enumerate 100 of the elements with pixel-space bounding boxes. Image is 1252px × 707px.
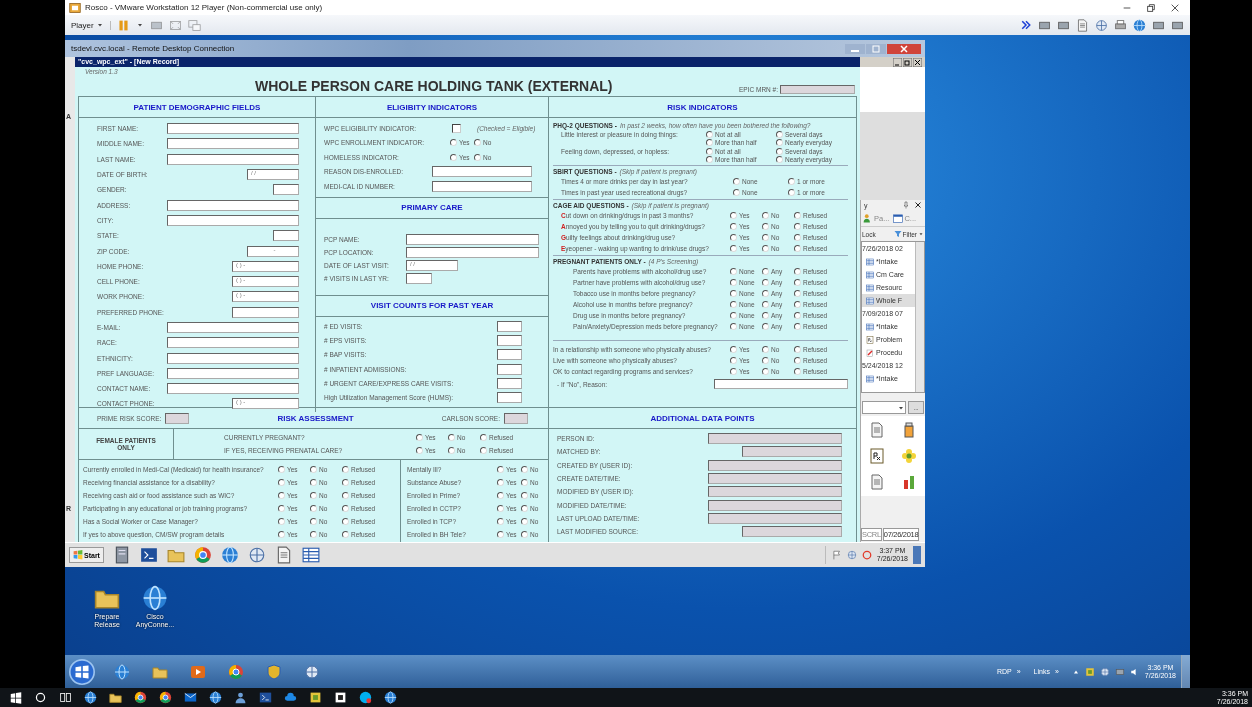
double-chevron-icon[interactable] <box>1020 19 1032 31</box>
task-view-icon[interactable] <box>59 691 72 704</box>
text-field[interactable] <box>708 473 842 485</box>
form-title: WHOLE PERSON CARE HOLDING TANK (EXTERNAL) <box>255 78 613 94</box>
search-icon[interactable] <box>34 691 47 704</box>
text-field[interactable] <box>497 392 522 404</box>
globe-icon[interactable] <box>209 691 222 704</box>
browser-icon[interactable] <box>134 691 147 704</box>
text-field[interactable] <box>432 166 532 178</box>
text-field[interactable] <box>708 499 842 511</box>
scrollbar[interactable] <box>915 242 924 392</box>
terminal-icon[interactable] <box>259 691 272 704</box>
note-icon[interactable] <box>869 448 885 464</box>
text-field[interactable] <box>167 367 299 379</box>
close-icon[interactable] <box>1170 2 1180 13</box>
table-icon <box>866 322 874 331</box>
document-icon[interactable] <box>869 474 885 490</box>
media-player-icon[interactable] <box>190 663 206 680</box>
text-field[interactable] <box>497 349 522 361</box>
browser-icon[interactable] <box>159 691 172 704</box>
section-heading: VISIT COUNTS FOR PAST YEAR <box>370 301 494 310</box>
text-field[interactable] <box>497 335 522 347</box>
section-heading: RISK ASSESSMENT <box>277 413 354 423</box>
text-field[interactable] <box>742 446 842 458</box>
person-icon[interactable] <box>234 691 247 704</box>
text-field[interactable] <box>742 526 842 538</box>
section-heading: PATIENT DEMOGRAPHIC FIELDS <box>133 102 261 112</box>
globe-icon[interactable] <box>84 691 97 704</box>
text-field[interactable] <box>497 363 522 375</box>
text-field[interactable] <box>167 199 299 211</box>
pin-icon[interactable] <box>902 201 910 209</box>
text-field[interactable] <box>167 214 299 226</box>
text-field[interactable] <box>406 272 432 284</box>
caret-icon[interactable] <box>135 21 144 29</box>
calendar-icon <box>893 213 904 223</box>
text-field[interactable] <box>708 486 842 498</box>
flag-icon[interactable] <box>831 550 842 560</box>
app-icon[interactable] <box>309 691 322 704</box>
dropdown[interactable] <box>862 401 906 414</box>
caret-icon <box>918 231 924 237</box>
text-field[interactable] <box>232 306 299 318</box>
network-icon[interactable] <box>1095 18 1108 32</box>
text-field[interactable] <box>432 180 532 192</box>
windows-logo-icon <box>73 550 83 560</box>
text-field[interactable] <box>167 153 299 165</box>
text-field[interactable] <box>273 230 299 242</box>
table-icon[interactable] <box>301 546 320 564</box>
text-field[interactable] <box>167 337 299 349</box>
text-field[interactable] <box>167 383 299 395</box>
restore-icon[interactable] <box>1146 2 1156 13</box>
text-field[interactable] <box>167 352 299 364</box>
text-field[interactable] <box>708 433 842 445</box>
text-field[interactable] <box>167 138 299 150</box>
network-icon[interactable] <box>304 663 320 680</box>
text-field[interactable] <box>406 233 539 245</box>
section-heading: RISK INDICATORS <box>667 102 738 112</box>
window-icon[interactable] <box>334 691 347 704</box>
text-field[interactable] <box>780 85 855 94</box>
globe-icon[interactable] <box>142 585 168 611</box>
shield-icon[interactable] <box>266 663 282 680</box>
people-icon <box>863 213 873 223</box>
close-icon[interactable] <box>914 201 922 209</box>
table-icon <box>866 296 874 305</box>
mail-icon[interactable] <box>184 691 197 704</box>
section-heading: ADDITIONAL DATA POINTS <box>650 413 755 423</box>
bandage-icon <box>866 348 874 357</box>
text-field[interactable] <box>708 512 842 524</box>
text-field[interactable] <box>714 379 848 389</box>
text-field[interactable] <box>497 321 522 333</box>
text-field[interactable] <box>497 377 522 389</box>
bottle-icon[interactable] <box>901 422 917 438</box>
text-field[interactable] <box>165 412 190 424</box>
terminal-icon[interactable] <box>139 546 158 564</box>
minimize-icon[interactable] <box>893 58 902 67</box>
globe-icon[interactable] <box>384 691 397 704</box>
network-icon[interactable] <box>247 546 266 564</box>
start-button[interactable] <box>69 658 95 685</box>
text-field[interactable] <box>504 412 528 424</box>
section-heading: ELIGIBITY INDICATORS <box>386 102 478 112</box>
text-field[interactable] <box>167 123 299 135</box>
folder-icon[interactable] <box>109 691 122 704</box>
printer-icon[interactable] <box>1114 18 1127 32</box>
caret-icon <box>95 21 104 29</box>
text-field[interactable] <box>406 246 539 258</box>
chat-icon[interactable] <box>359 691 372 704</box>
text-field[interactable] <box>708 459 842 471</box>
text-field[interactable] <box>167 322 299 333</box>
player-menu[interactable]: Player <box>71 20 111 30</box>
table-icon <box>866 374 874 383</box>
document-icon[interactable] <box>1076 18 1089 32</box>
table-icon <box>866 270 874 279</box>
windows-logo-icon[interactable] <box>10 691 22 704</box>
flower-icon[interactable] <box>901 448 917 464</box>
cloud-icon[interactable] <box>284 691 297 704</box>
checkbox[interactable] <box>452 123 461 133</box>
bar-chart-icon[interactable] <box>901 474 917 490</box>
text-field[interactable] <box>273 184 299 196</box>
note-icon <box>866 335 874 344</box>
network-icon[interactable] <box>1099 666 1110 677</box>
document-icon[interactable] <box>869 422 885 438</box>
